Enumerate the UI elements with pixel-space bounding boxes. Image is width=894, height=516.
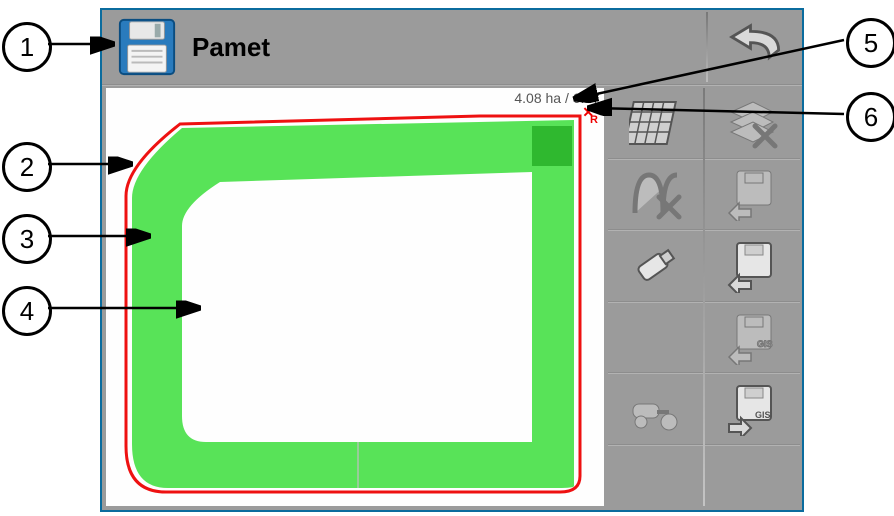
- disk-export-gis-button[interactable]: GIS: [704, 374, 800, 444]
- path-delete-button[interactable]: [608, 160, 704, 230]
- svg-text:GIS: GIS: [755, 410, 771, 420]
- empty-cell: [608, 303, 704, 373]
- callout-3: 3: [2, 214, 52, 264]
- header-rule: [102, 84, 802, 86]
- app-window: Pamet 4.08 ha / 6.17 ✕R: [100, 8, 804, 512]
- field-map[interactable]: 4.08 ha / 6.17 ✕R: [106, 88, 604, 506]
- grid-button[interactable]: [608, 88, 704, 158]
- callout-2: 2: [2, 142, 52, 192]
- disk-import-button[interactable]: [704, 231, 800, 301]
- callout-5: 5: [846, 18, 894, 68]
- disk-export-button[interactable]: [704, 160, 800, 230]
- disk-import-gis-button[interactable]: GIS: [704, 303, 800, 373]
- back-button[interactable]: [728, 22, 788, 70]
- field-shape: [120, 116, 586, 496]
- layer-delete-button[interactable]: [704, 88, 800, 158]
- sidebar: GIS: [608, 88, 800, 506]
- callout-1: 1: [2, 22, 52, 72]
- header-bar: Pamet: [102, 10, 802, 84]
- machine-button[interactable]: [608, 374, 704, 444]
- svg-text:GIS: GIS: [757, 339, 773, 349]
- header-separator: [706, 12, 708, 82]
- callout-6: 6: [846, 92, 894, 142]
- page-title: Pamet: [192, 32, 270, 63]
- usb-button[interactable]: [608, 231, 704, 301]
- save-icon: [116, 16, 178, 78]
- callout-4: 4: [2, 286, 52, 336]
